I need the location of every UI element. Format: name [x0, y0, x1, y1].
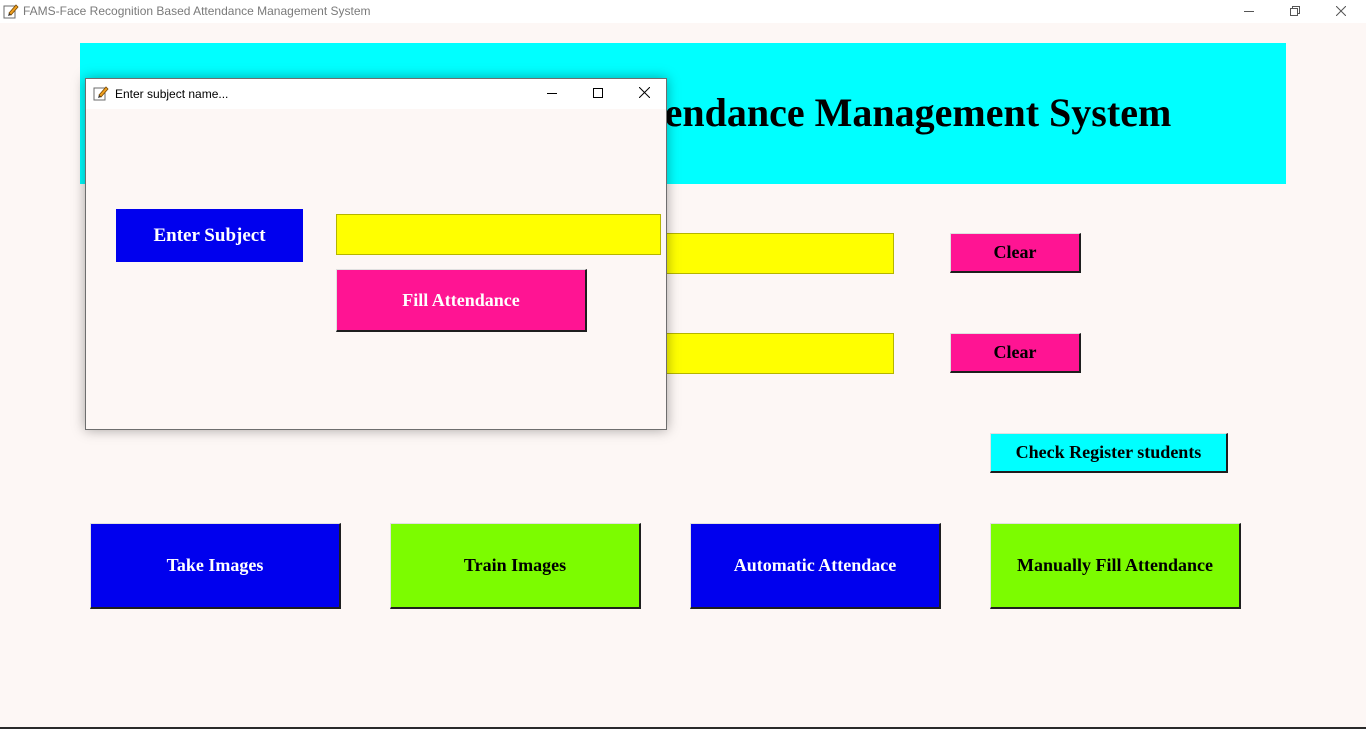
close-icon	[1335, 3, 1347, 21]
restore-button[interactable]	[1272, 0, 1318, 23]
take-images-button[interactable]: Take Images	[90, 523, 341, 609]
dialog-close-button[interactable]	[621, 79, 667, 109]
subject-input[interactable]	[336, 214, 661, 255]
manual-attendance-button[interactable]: Manually Fill Attendance	[990, 523, 1241, 609]
fill-attendance-button[interactable]: Fill Attendance	[336, 269, 587, 332]
close-button[interactable]	[1318, 0, 1364, 23]
minimize-icon	[1244, 3, 1254, 21]
app-pencil-icon	[3, 3, 19, 19]
restore-icon	[1290, 3, 1300, 21]
clear-button-1[interactable]: Clear	[950, 233, 1081, 273]
close-icon	[638, 85, 650, 103]
automatic-attendance-button[interactable]: Automatic Attendace	[690, 523, 941, 609]
dialog-title: Enter subject name...	[115, 87, 229, 101]
check-register-button[interactable]: Check Register students	[990, 433, 1228, 473]
dialog-maximize-button[interactable]	[575, 79, 621, 109]
clear-button-2[interactable]: Clear	[950, 333, 1081, 373]
maximize-icon	[593, 85, 603, 103]
enter-subject-label: Enter Subject	[116, 209, 303, 262]
window-titlebar: FAMS-Face Recognition Based Attendance M…	[0, 0, 1366, 23]
minimize-icon	[547, 85, 557, 103]
window-title: FAMS-Face Recognition Based Attendance M…	[23, 4, 371, 18]
minimize-button[interactable]	[1226, 0, 1272, 23]
train-images-button[interactable]: Train Images	[390, 523, 641, 609]
dialog-titlebar: Enter subject name...	[86, 79, 666, 109]
subject-dialog: Enter subject name... Enter Subject Fill…	[85, 78, 667, 430]
dialog-minimize-button[interactable]	[529, 79, 575, 109]
app-pencil-icon	[93, 85, 109, 101]
